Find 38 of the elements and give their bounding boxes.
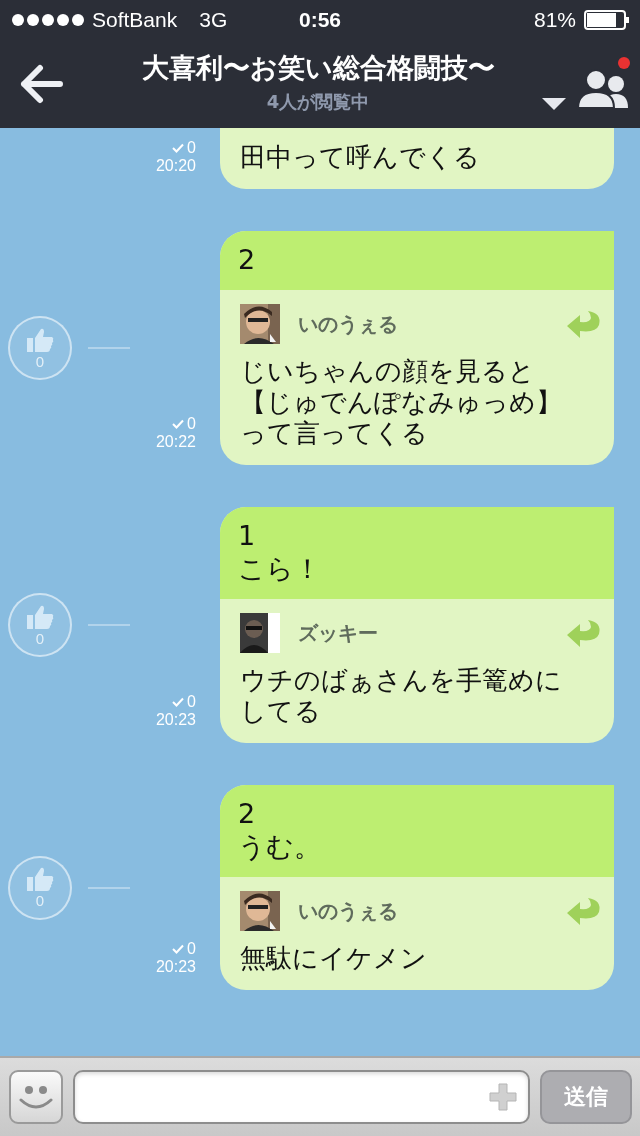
carrier-name: SoftBank: [92, 8, 178, 32]
author-name: ズッキー: [298, 619, 379, 647]
message-text: 2 うむ。: [220, 785, 614, 877]
message-text: 2: [220, 231, 614, 290]
timestamp: 20:20: [155, 157, 196, 175]
dropdown-icon[interactable]: [542, 98, 566, 110]
plus-icon[interactable]: [488, 1082, 518, 1112]
thumbs-up-icon: [25, 603, 55, 630]
message-text: 1 こら！: [220, 507, 614, 599]
timestamp: 20:22: [155, 433, 196, 451]
reply-text: 無駄にイケメン: [240, 943, 428, 974]
read-count: 0: [172, 693, 196, 711]
author-name: いのうぇる: [298, 897, 399, 925]
timestamp: 20:23: [155, 958, 196, 976]
viewer-count: 4人が閲覧中: [266, 90, 370, 114]
like-button[interactable]: 0: [8, 316, 72, 380]
read-count: 0: [172, 139, 196, 157]
timestamp: 20:23: [155, 711, 196, 729]
back-button[interactable]: [20, 64, 64, 104]
thumbs-up-icon: [25, 866, 55, 892]
send-button[interactable]: 送信: [540, 1070, 632, 1124]
like-button[interactable]: 0: [8, 855, 72, 920]
emoji-button[interactable]: [9, 1070, 63, 1124]
read-count: 0: [172, 940, 196, 958]
reply-text: ウチのばぁさんを手篭めに してる: [240, 665, 563, 727]
reply-text: じいちゃんの顔を見ると 【じゅでんぽなみゅっめ】 って言ってくる: [240, 356, 563, 449]
read-count: 0: [172, 415, 196, 433]
reply-text: 田中って呼んでくる: [240, 142, 481, 173]
battery-icon: [584, 10, 630, 30]
author-name: いのうぇる: [298, 310, 399, 338]
network-type: 3G: [199, 8, 228, 32]
signal-icon: [12, 14, 84, 26]
chat-title: 大喜利〜お笑い総合格闘技〜: [141, 51, 495, 85]
like-button[interactable]: 0: [8, 593, 72, 657]
thumbs-up-icon: [25, 326, 55, 353]
battery-percent: 81%: [533, 8, 576, 32]
message-input[interactable]: [73, 1070, 530, 1124]
clock: 0:56: [299, 8, 341, 31]
